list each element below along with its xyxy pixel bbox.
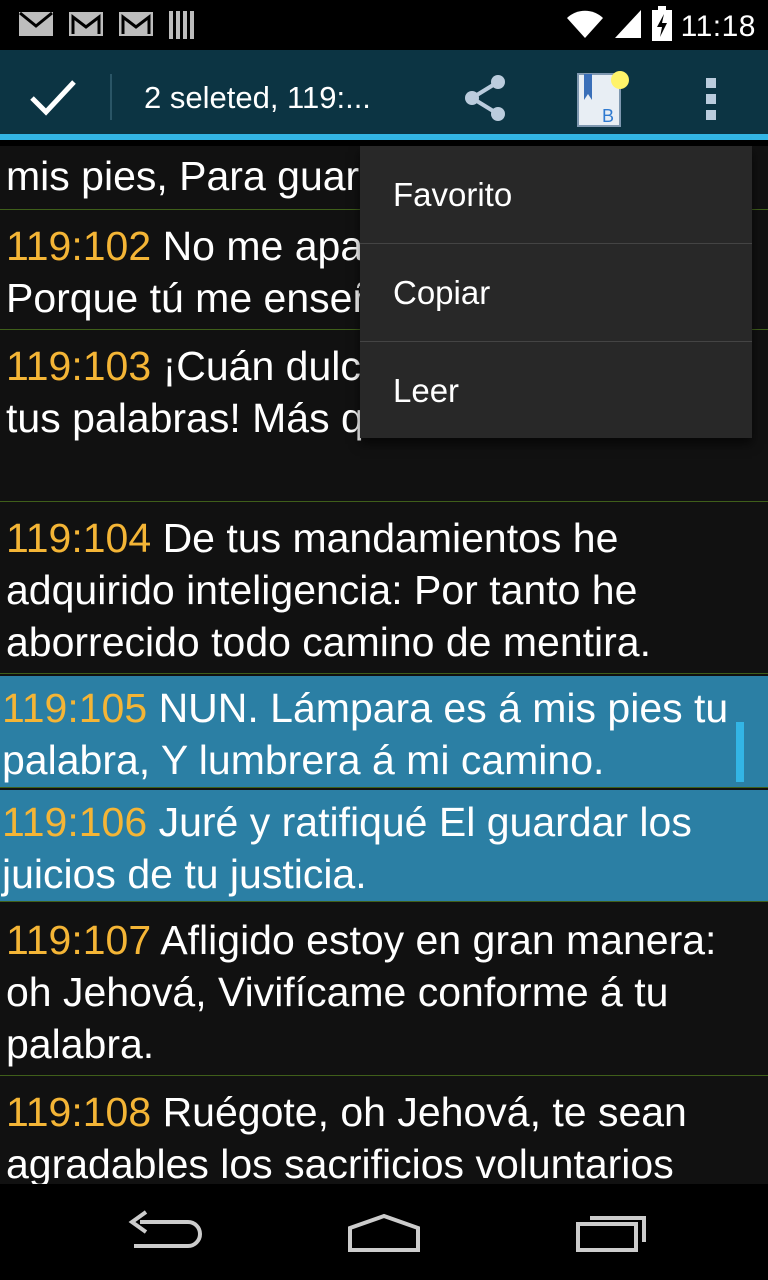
- verse-item-selected[interactable]: 119:105 NUN. Lámpara es á mis pies tu pa…: [0, 676, 768, 788]
- action-bar-divider: [110, 74, 112, 120]
- navigation-bar: [0, 1184, 768, 1280]
- home-button[interactable]: [334, 1202, 434, 1262]
- overflow-menu-button[interactable]: [698, 74, 726, 124]
- menu-item-favorito[interactable]: Favorito: [360, 146, 752, 243]
- verse-ref: 119:105: [2, 685, 148, 731]
- menu-item-leer[interactable]: Leer: [360, 342, 752, 439]
- bible-bookmark-button[interactable]: B: [572, 68, 634, 130]
- verse-item[interactable]: 119:108 Ruégote, oh Jehová, te sean agra…: [0, 1076, 768, 1184]
- share-button[interactable]: [460, 72, 510, 124]
- system-icons: 11:18: [565, 6, 756, 47]
- scrollbar[interactable]: [736, 722, 744, 782]
- menu-item-label: Copiar: [393, 273, 491, 311]
- mail-icon: [18, 10, 54, 45]
- gmail-icon: [68, 10, 104, 45]
- menu-item-label: Leer: [393, 371, 460, 409]
- verse-ref: 119:107: [6, 917, 152, 963]
- contextual-action-bar: 2 seleted, 119:... B: [0, 50, 768, 140]
- overflow-menu-icon: [706, 78, 716, 120]
- gmail-icon: [118, 10, 154, 45]
- verse-ref: 119:103: [6, 343, 152, 389]
- home-icon: [348, 1213, 420, 1252]
- recent-apps-icon: [576, 1216, 646, 1252]
- menu-item-copiar[interactable]: Copiar: [360, 244, 752, 341]
- selection-title: 2 seleted, 119:...: [144, 80, 371, 115]
- check-icon: [30, 80, 76, 116]
- bible-bookmark-icon: B: [577, 71, 629, 127]
- status-bar: 11:18: [0, 0, 768, 50]
- menu-item-label: Favorito: [393, 175, 513, 213]
- overflow-popup-menu: Favorito Copiar Leer: [360, 146, 752, 438]
- barcode-icon: [168, 10, 196, 45]
- done-button[interactable]: [18, 68, 90, 124]
- verse-item[interactable]: 119:107 Afligido estoy en gran manera: o…: [0, 902, 768, 1076]
- back-icon: [128, 1210, 202, 1248]
- action-bar-accent-line: [0, 134, 768, 140]
- recent-apps-button[interactable]: [560, 1202, 660, 1262]
- battery-charging-icon: [651, 6, 673, 47]
- notification-icons: [18, 10, 196, 45]
- svg-text:B: B: [602, 106, 614, 126]
- verse-ref: 119:106: [2, 799, 148, 845]
- clock: 11:18: [680, 9, 756, 43]
- back-button[interactable]: [110, 1202, 210, 1262]
- verse-ref: 119:104: [6, 515, 152, 561]
- signal-icon: [613, 8, 643, 45]
- share-icon: [465, 75, 505, 121]
- verse-ref: 119:102: [6, 223, 152, 269]
- wifi-icon: [565, 8, 605, 45]
- verse-item-selected[interactable]: 119:106 Juré y ratifiqué El guardar los …: [0, 790, 768, 902]
- verse-item[interactable]: 119:104 De tus mandamientos he adquirido…: [0, 502, 768, 674]
- verse-ref: 119:108: [6, 1089, 152, 1135]
